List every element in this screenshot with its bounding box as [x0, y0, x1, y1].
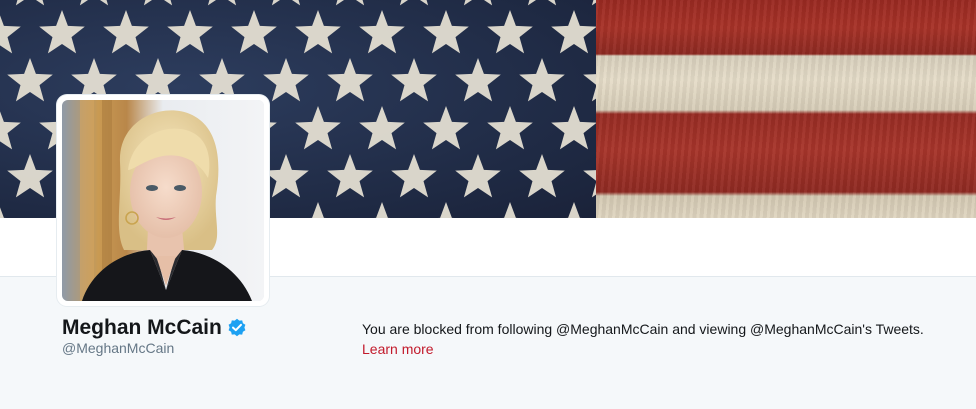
profile-page: Meghan McCain @MeghanMcCain You are bloc… [0, 0, 976, 409]
profile-name-row: Meghan McCain [62, 316, 247, 340]
learn-more-link[interactable]: Learn more [362, 339, 434, 359]
avatar-portrait [62, 100, 264, 301]
avatar-photo [62, 100, 264, 301]
profile-handle[interactable]: @MeghanMcCain [62, 340, 174, 356]
blocked-notice: You are blocked from following @MeghanMc… [362, 319, 962, 359]
verified-badge-icon [227, 318, 247, 338]
banner-stripes [596, 0, 976, 218]
profile-avatar[interactable] [57, 95, 269, 306]
blocked-message: You are blocked from following @MeghanMc… [362, 321, 924, 337]
profile-display-name[interactable]: Meghan McCain [62, 316, 222, 340]
